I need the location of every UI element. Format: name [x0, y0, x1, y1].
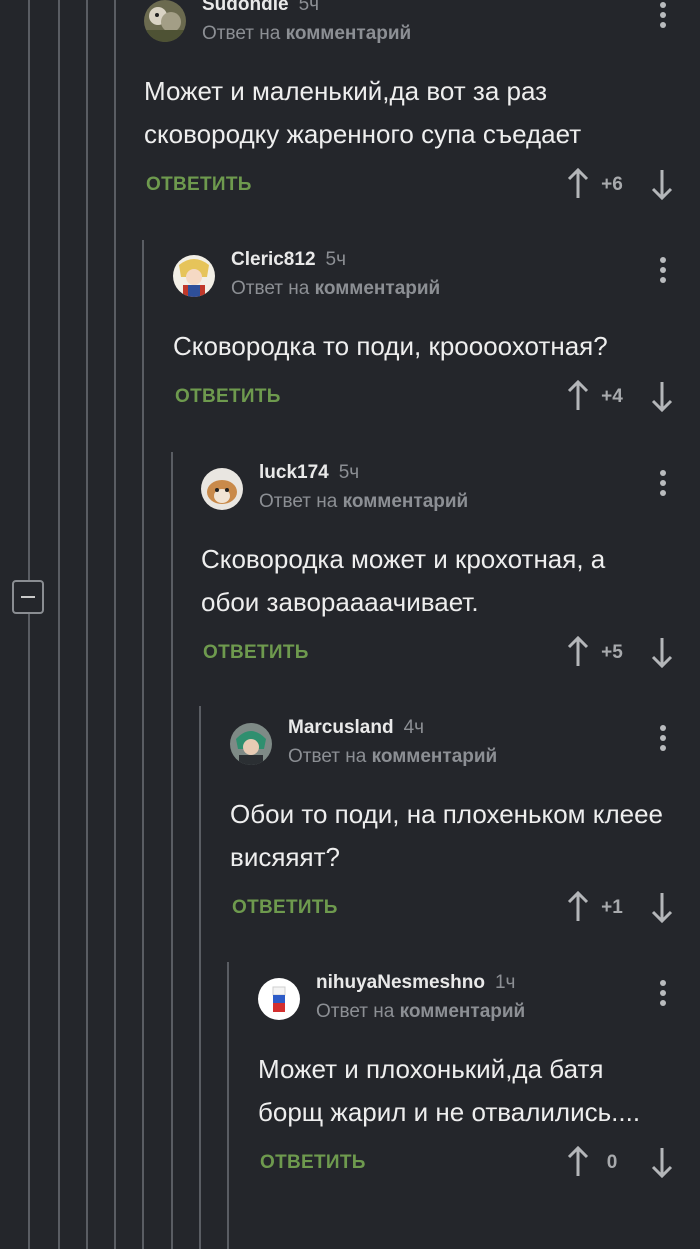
comment-header: luck174 5ч Ответ на комментарий	[201, 460, 700, 520]
author-name[interactable]: Cleric812 5ч	[231, 249, 346, 271]
comment: Cleric812 5ч Ответ на комментарий Сковоро…	[173, 247, 700, 420]
reply-button[interactable]: ОТВЕТИТЬ	[175, 386, 281, 408]
reply-to: Ответ на комментарий	[231, 278, 441, 299]
minus-square-icon	[21, 596, 35, 598]
more-vertical-icon[interactable]	[660, 470, 666, 496]
more-vertical-icon[interactable]	[660, 980, 666, 1006]
reply-button[interactable]: ОТВЕТИТЬ	[232, 897, 338, 919]
comment: luck174 5ч Ответ на комментарий Сковородк…	[201, 460, 700, 676]
score: +5	[601, 642, 623, 663]
arrow-up-icon[interactable]	[566, 168, 590, 200]
thread-line	[227, 962, 229, 1249]
thread-line	[58, 0, 60, 1249]
comment-actions: ОТВЕТИТЬ +4	[173, 380, 700, 420]
thread-line	[142, 240, 144, 1249]
comment-text: Сковородка может и крохотная, а обои зав…	[201, 544, 606, 617]
comment-actions: ОТВЕТИТЬ +5	[201, 636, 700, 676]
score: +1	[601, 897, 623, 918]
thread-line	[171, 452, 173, 1249]
avatar[interactable]	[258, 978, 300, 1020]
reply-to: Ответ на комментарий	[202, 23, 412, 44]
comment-header: nihuyaNesmeshno 1ч Ответ на комментарий	[258, 970, 700, 1030]
thread-line	[28, 0, 30, 1249]
comment-text: Сковородка то поди, кроооохотная?	[173, 331, 608, 361]
comment: nihuyaNesmeshno 1ч Ответ на комментарий М…	[258, 970, 700, 1186]
thread-line	[86, 0, 88, 1249]
arrow-down-icon[interactable]	[650, 636, 674, 668]
avatar[interactable]	[173, 255, 215, 297]
comment-header: Sudondie 5ч Ответ на комментарий	[144, 0, 700, 52]
comment-time: 4ч	[403, 717, 425, 738]
comment-header: Marcusland 4ч Ответ на комментарий	[230, 715, 700, 775]
collapse-thread-button[interactable]	[12, 580, 44, 614]
reply-button[interactable]: ОТВЕТИТЬ	[260, 1152, 366, 1174]
author-name[interactable]: Sudondie 5ч	[202, 0, 319, 16]
arrow-up-icon[interactable]	[566, 1146, 590, 1178]
reply-target-link[interactable]: комментарий	[343, 491, 469, 512]
reply-to: Ответ на комментарий	[259, 491, 469, 512]
author-name[interactable]: nihuyaNesmeshno 1ч	[316, 972, 515, 994]
thread-line	[199, 706, 201, 1249]
arrow-up-icon[interactable]	[566, 891, 590, 923]
comment-header: Cleric812 5ч Ответ на комментарий	[173, 247, 700, 307]
score: +6	[601, 174, 623, 195]
avatar[interactable]	[201, 468, 243, 510]
reply-button[interactable]: ОТВЕТИТЬ	[203, 642, 309, 664]
reply-to: Ответ на комментарий	[316, 1001, 526, 1022]
more-vertical-icon[interactable]	[660, 2, 666, 28]
reply-target-link[interactable]: комментарий	[372, 746, 498, 767]
arrow-down-icon[interactable]	[650, 380, 674, 412]
arrow-up-icon[interactable]	[566, 636, 590, 668]
reply-target-link[interactable]: комментарий	[400, 1001, 526, 1022]
comment-actions: ОТВЕТИТЬ 0	[258, 1146, 700, 1186]
comment-actions: ОТВЕТИТЬ +1	[230, 891, 700, 931]
reply-target-link[interactable]: комментарий	[286, 23, 412, 44]
reply-target-link[interactable]: комментарий	[315, 278, 441, 299]
thread-line	[114, 0, 116, 1249]
arrow-up-icon[interactable]	[566, 380, 590, 412]
author-name[interactable]: luck174 5ч	[259, 462, 359, 484]
comment-time: 1ч	[494, 972, 516, 993]
score: +4	[601, 386, 623, 407]
comment-text: Обои то поди, на плохеньком клеее висяяя…	[230, 799, 663, 872]
arrow-down-icon[interactable]	[650, 1146, 674, 1178]
comment-actions: ОТВЕТИТЬ +6	[144, 168, 700, 208]
arrow-down-icon[interactable]	[650, 891, 674, 923]
comment: Sudondie 5ч Ответ на комментарий Может и …	[144, 0, 700, 208]
reply-to: Ответ на комментарий	[288, 746, 498, 767]
comment-text: Может и маленький,да вот за раз сковород…	[144, 76, 582, 149]
comment: Marcusland 4ч Ответ на комментарий Обои т…	[230, 715, 700, 931]
avatar[interactable]	[144, 0, 186, 42]
avatar[interactable]	[230, 723, 272, 765]
arrow-down-icon[interactable]	[650, 168, 674, 200]
reply-button[interactable]: ОТВЕТИТЬ	[146, 174, 252, 196]
comment-time: 5ч	[325, 249, 346, 270]
comment-time: 5ч	[338, 462, 360, 483]
comment-text: Может и плохонький,да батя борщ жарил и …	[258, 1054, 641, 1127]
comment-time: 5ч	[298, 0, 320, 15]
score: 0	[606, 1152, 618, 1173]
more-vertical-icon[interactable]	[660, 725, 666, 751]
author-name[interactable]: Marcusland 4ч	[288, 717, 424, 739]
more-vertical-icon[interactable]	[660, 257, 666, 283]
